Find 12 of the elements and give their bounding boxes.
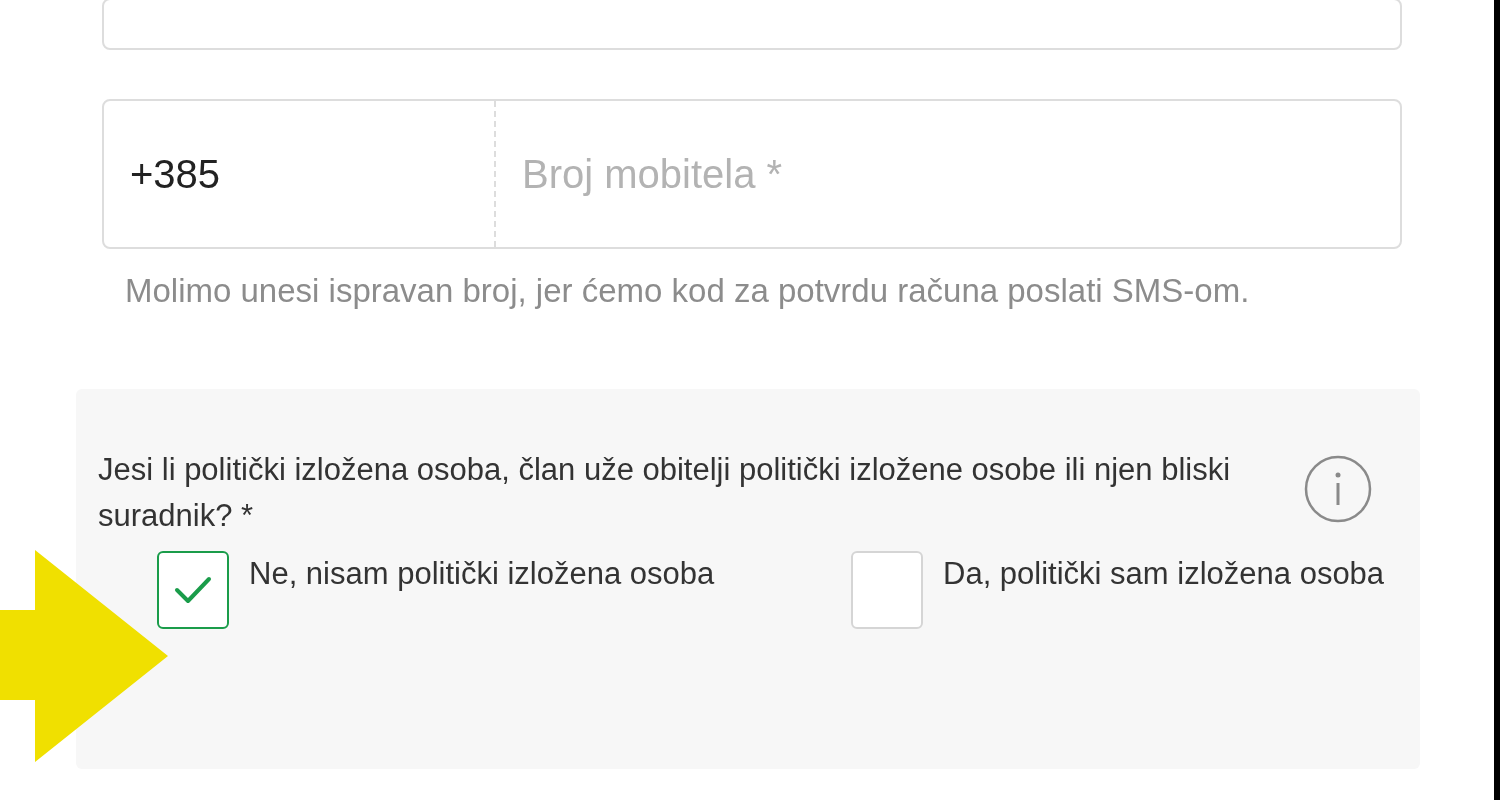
arrow-icon [0, 550, 170, 762]
info-icon[interactable] [1304, 455, 1372, 523]
helper-text: Molimo unesi ispravan broj, jer ćemo kod za potvrdu računa poslati SMS-om. [125, 271, 1251, 311]
phone-number-input[interactable]: Broj mobitela * [496, 101, 1400, 247]
checkbox[interactable] [157, 551, 229, 629]
question-text: Jesi li politički izložena osoba, član uže obitelji politički izložene osobe ili njen bliski suradnik? * [98, 451, 1232, 535]
checkmark-icon [173, 575, 213, 605]
option-label[interactable]: Ne, nisam politički izložena osoba [249, 551, 729, 597]
country-code[interactable]: +385 [130, 144, 221, 204]
option-label[interactable]: Da, politički sam izložena osoba [943, 551, 1423, 597]
input-field[interactable] [102, 0, 1402, 50]
phone-field[interactable]: +385 Broj mobitela * [102, 99, 1402, 249]
